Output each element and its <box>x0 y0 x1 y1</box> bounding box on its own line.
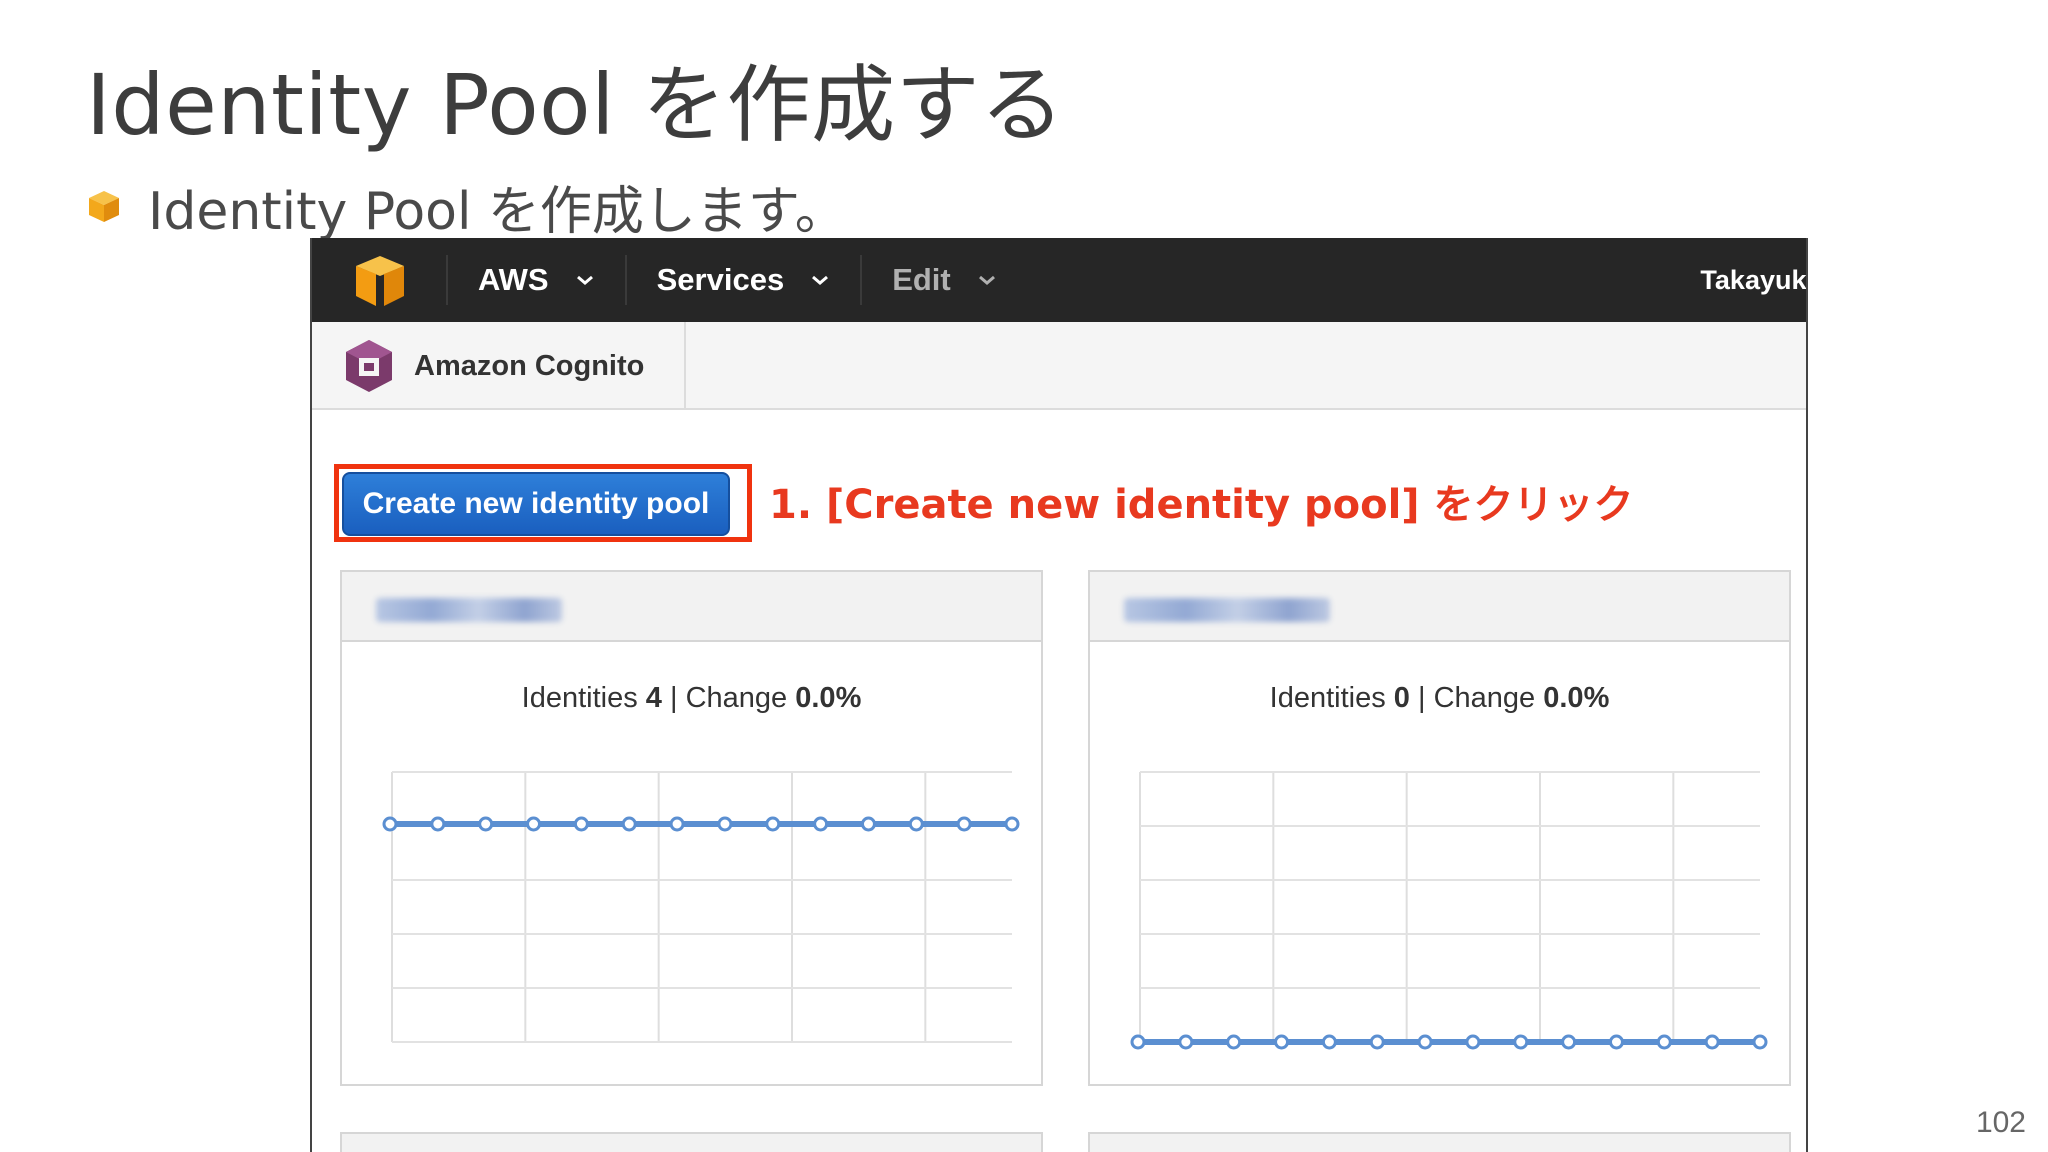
nav-services-label: Services <box>656 262 785 297</box>
identities-chart <box>1130 771 1768 1050</box>
identities-count: 0 <box>1393 682 1410 714</box>
chevron-down-icon <box>812 275 829 285</box>
data-point[interactable] <box>573 816 589 832</box>
pool-stats: Identities 4 | Change 0.0% <box>342 682 1041 715</box>
identities-chart <box>382 771 1020 1043</box>
data-point[interactable] <box>1178 1034 1194 1050</box>
data-point[interactable] <box>1369 1034 1385 1050</box>
data-point[interactable] <box>1513 1034 1529 1050</box>
identities-count: 4 <box>645 682 662 714</box>
pool-name-redacted[interactable] <box>1124 598 1330 622</box>
box-icon <box>89 191 119 222</box>
data-point[interactable] <box>1417 1034 1433 1050</box>
pool-card-header[interactable] <box>1090 1134 1789 1152</box>
identity-pool-card: Identities 4 | Change 0.0% <box>340 570 1043 1086</box>
data-point[interactable] <box>1226 1034 1242 1050</box>
change-value: 0.0% <box>1543 682 1610 714</box>
nav-edit-menu[interactable]: Edit <box>862 238 1027 322</box>
data-point[interactable] <box>526 816 542 832</box>
data-point[interactable] <box>1274 1034 1290 1050</box>
pool-card-header[interactable] <box>1090 572 1789 642</box>
nav-services-menu[interactable]: Services <box>627 238 861 322</box>
change-value: 0.0% <box>795 682 862 714</box>
data-point[interactable] <box>1004 816 1020 832</box>
chevron-down-icon <box>978 275 995 285</box>
pool-card-header[interactable] <box>342 1134 1041 1152</box>
data-point[interactable] <box>1752 1034 1768 1050</box>
data-point[interactable] <box>621 816 637 832</box>
data-point[interactable] <box>1608 1034 1624 1050</box>
cognito-logo-icon <box>346 340 392 392</box>
service-bar: Amazon Cognito <box>312 322 1806 410</box>
data-point[interactable] <box>717 816 733 832</box>
data-point[interactable] <box>765 816 781 832</box>
bullet-text: Identity Pool を作成します。 <box>148 181 847 242</box>
chevron-down-icon <box>576 275 593 285</box>
data-point[interactable] <box>1561 1034 1577 1050</box>
create-identity-pool-button[interactable]: Create new identity pool <box>342 472 730 536</box>
data-point[interactable] <box>382 816 398 832</box>
data-point[interactable] <box>813 816 829 832</box>
identities-label: Identities <box>1269 682 1386 714</box>
data-point[interactable] <box>478 816 494 832</box>
identities-label: Identities <box>521 682 638 714</box>
identity-pool-card: Identities 0 | Change 0.0% <box>1088 570 1791 1086</box>
page-number: 102 <box>1975 1106 2026 1139</box>
data-point[interactable] <box>430 816 446 832</box>
nav-aws-menu[interactable]: AWS <box>448 238 625 322</box>
bullet-item: Identity Pool を作成します。 <box>86 176 847 242</box>
data-point[interactable] <box>1465 1034 1481 1050</box>
step-annotation: 1. [Create new identity pool] をクリック <box>769 482 1634 528</box>
service-tab-cognito[interactable]: Amazon Cognito <box>312 322 686 410</box>
service-name: Amazon Cognito <box>414 349 645 382</box>
aws-console-screenshot: AWS Services Edit Takayuki Amazon Cognit… <box>310 238 1808 1152</box>
nav-aws-label: AWS <box>478 262 549 297</box>
pool-card-header[interactable] <box>342 572 1041 642</box>
aws-cube-logo-icon[interactable] <box>348 248 412 312</box>
data-point[interactable] <box>956 816 972 832</box>
slide-title: Identity Pool を作成する <box>86 56 1065 154</box>
data-point[interactable] <box>860 816 876 832</box>
identity-pool-card-partial <box>340 1132 1043 1152</box>
nav-edit-label: Edit <box>892 262 951 297</box>
data-point[interactable] <box>1321 1034 1337 1050</box>
stats-separator: | <box>669 682 678 714</box>
data-point[interactable] <box>1656 1034 1672 1050</box>
data-point[interactable] <box>1130 1034 1146 1050</box>
data-point[interactable] <box>669 816 685 832</box>
identity-pool-card-partial <box>1088 1132 1791 1152</box>
change-label: Change <box>685 682 788 714</box>
pool-name-redacted[interactable] <box>376 598 562 622</box>
stats-separator: | <box>1417 682 1426 714</box>
user-menu[interactable]: Takayuki <box>1700 238 1806 322</box>
pool-stats: Identities 0 | Change 0.0% <box>1090 682 1789 715</box>
aws-top-nav: AWS Services Edit Takayuki <box>312 238 1806 322</box>
change-label: Change <box>1433 682 1536 714</box>
data-point[interactable] <box>1704 1034 1720 1050</box>
data-point[interactable] <box>908 816 924 832</box>
